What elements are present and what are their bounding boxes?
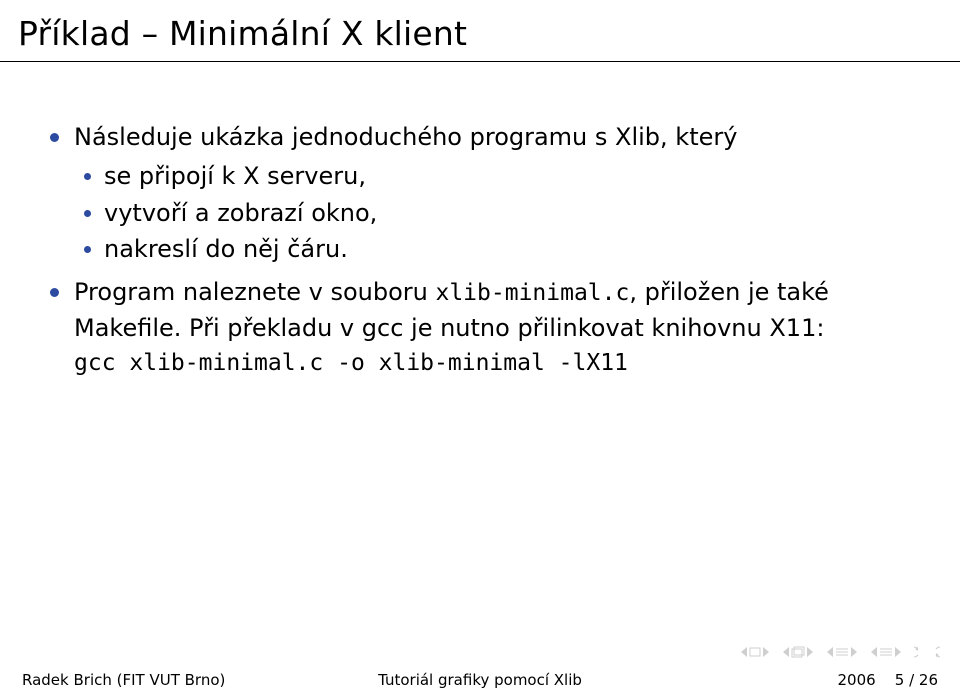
triangle-right-icon — [806, 647, 814, 657]
slide-title: Příklad – Minimální X klient — [0, 0, 960, 61]
triangle-left-icon — [870, 647, 878, 657]
bullet-text-part: Program naleznete v souboru — [74, 278, 435, 306]
slide-content: Následuje ukázka jednoduchého programu s… — [0, 62, 960, 381]
code-filename: xlib-minimal.c — [435, 280, 629, 306]
sub-list: se připojí k X serveru, vytvoří a zobraz… — [74, 159, 920, 267]
triangle-left-icon — [826, 647, 834, 657]
list-item: nakreslí do něj čáru. — [74, 232, 920, 267]
triangle-right-icon — [762, 647, 770, 657]
triangle-left-icon — [782, 647, 790, 657]
nav-section-group[interactable] — [870, 647, 902, 657]
bullet-list: Následuje ukázka jednoduchého programu s… — [40, 120, 920, 381]
footer-right: 2006 5 / 26 — [838, 671, 939, 689]
beamer-nav — [740, 646, 940, 658]
bars-icon — [879, 647, 893, 657]
footline: Radek Brich (FIT VUT Brno) Tutoriál graf… — [0, 666, 960, 700]
list-item: vytvoří a zobrazí okno, — [74, 196, 920, 231]
footer-page: 5 / 26 — [895, 671, 938, 689]
list-item: Program naleznete v souboru xlib-minimal… — [40, 275, 920, 380]
footer-author: Radek Brich (FIT VUT Brno) — [22, 671, 225, 689]
slide: Příklad – Minimální X klient Následuje u… — [0, 0, 960, 700]
sub-text: vytvoří a zobrazí okno, — [104, 199, 377, 227]
bars-icon — [835, 647, 849, 657]
triangle-right-icon — [894, 647, 902, 657]
undo-redo-icon — [914, 646, 940, 658]
nav-back-forward-group[interactable] — [914, 646, 940, 658]
slide-footer: Radek Brich (FIT VUT Brno) Tutoriál graf… — [0, 658, 960, 700]
list-item: se připojí k X serveru, — [74, 159, 920, 194]
triangle-left-icon — [740, 647, 748, 657]
bullet-text: Následuje ukázka jednoduchého programu s… — [74, 123, 737, 151]
code-command: gcc xlib-minimal.c -o xlib-minimal -lX11 — [74, 350, 628, 376]
footer-title: Tutoriál grafiky pomocí Xlib — [378, 671, 582, 689]
nav-subsection-group[interactable] — [826, 647, 858, 657]
sub-text: se připojí k X serveru, — [104, 162, 366, 190]
nav-frame-group[interactable] — [782, 646, 814, 658]
frames-icon — [791, 646, 805, 658]
sub-text: nakreslí do něj čáru. — [104, 235, 348, 263]
footer-year: 2006 — [838, 671, 876, 689]
square-icon — [749, 647, 761, 657]
list-item: Následuje ukázka jednoduchého programu s… — [40, 120, 920, 267]
nav-slide-group[interactable] — [740, 647, 770, 657]
triangle-right-icon — [850, 647, 858, 657]
